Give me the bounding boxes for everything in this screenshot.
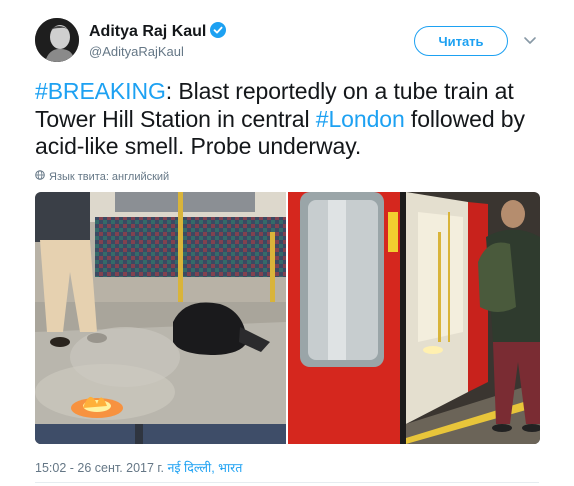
language-note-text: Язык твита: английский bbox=[49, 170, 170, 183]
language-note: Язык твита: английский bbox=[35, 170, 169, 183]
tweet-text: #BREAKING: Blast reportedly on a tube tr… bbox=[35, 78, 545, 161]
hashtag-link[interactable]: #BREAKING bbox=[35, 78, 166, 104]
author-name-row[interactable]: Aditya Raj Kaul bbox=[89, 22, 227, 43]
timestamp-location[interactable]: नई दिल्ली, भारत bbox=[167, 461, 242, 475]
divider bbox=[35, 482, 539, 483]
profile-avatar-image bbox=[35, 18, 79, 62]
hashtag-link[interactable]: #London bbox=[316, 106, 405, 132]
timestamp-time-date[interactable]: 15:02 - 26 сент. 2017 г. bbox=[35, 461, 164, 475]
media-gallery bbox=[35, 192, 540, 444]
author-handle[interactable]: @AdityaRajKaul bbox=[89, 44, 184, 59]
photo-train-interior[interactable] bbox=[35, 192, 286, 444]
verified-badge-icon bbox=[210, 22, 227, 43]
avatar[interactable] bbox=[35, 18, 79, 62]
photo-train-door[interactable] bbox=[288, 192, 540, 444]
follow-button[interactable]: Читать bbox=[414, 26, 508, 56]
chevron-down-icon[interactable] bbox=[522, 34, 538, 48]
tweet-timestamp[interactable]: 15:02 - 26 сент. 2017 г. नई दिल्ली, भारत bbox=[35, 459, 242, 476]
author-name[interactable]: Aditya Raj Kaul bbox=[89, 23, 206, 40]
globe-icon bbox=[35, 170, 45, 183]
